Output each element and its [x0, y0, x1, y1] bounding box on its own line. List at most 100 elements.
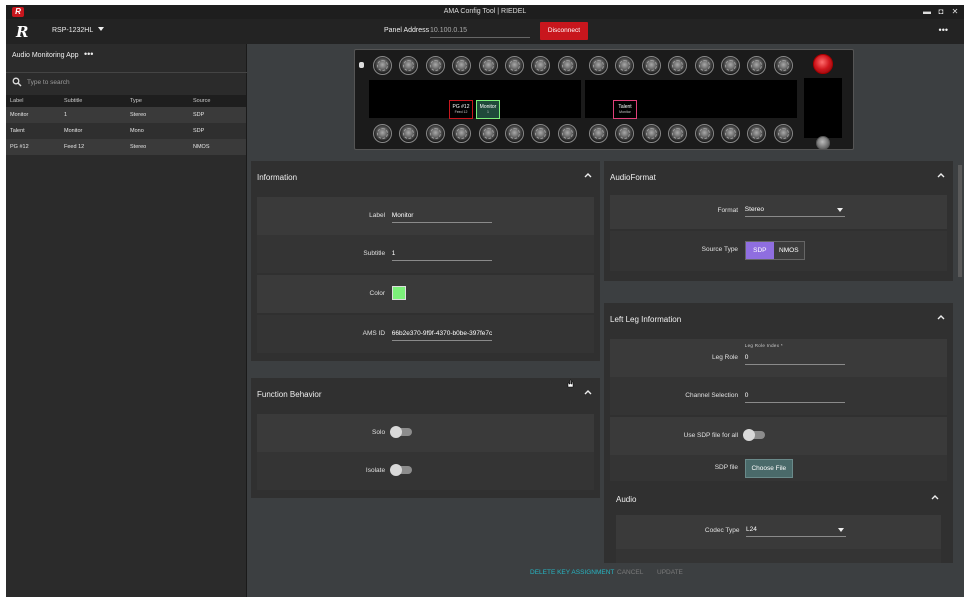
encoder-knob[interactable]: [589, 124, 608, 143]
column-header-source[interactable]: Source: [193, 95, 210, 107]
encoder-knob[interactable]: [668, 56, 688, 75]
caret-down-icon: [97, 27, 104, 31]
audio-next-row: [616, 549, 941, 563]
red-volume-knob[interactable]: [813, 54, 833, 74]
encoder-knob[interactable]: [694, 124, 714, 143]
information-header[interactable]: Information: [251, 161, 600, 191]
chevron-up-icon[interactable]: [583, 388, 593, 396]
chevron-up-icon[interactable]: [936, 313, 946, 321]
encoder-knob[interactable]: [373, 124, 392, 143]
gray-knob[interactable]: [816, 136, 830, 150]
isolate-toggle[interactable]: [389, 464, 412, 476]
encoder-knob[interactable]: [373, 56, 392, 75]
audio-format-header[interactable]: AudioFormat: [604, 161, 953, 191]
encoder-knob[interactable]: [425, 56, 445, 75]
minimize-button[interactable]: ▬: [922, 7, 932, 16]
disconnect-button[interactable]: Disconnect: [540, 22, 588, 40]
panel-address-input[interactable]: 10.100.0.15: [430, 24, 530, 38]
encoder-knob[interactable]: [452, 56, 472, 75]
encoder-knob[interactable]: [721, 124, 740, 143]
audio-header[interactable]: Audio: [610, 483, 947, 513]
toolbar-more-icon[interactable]: •••: [939, 25, 948, 35]
panel-key-monitor[interactable]: Monitor 1: [476, 100, 500, 119]
riedel-logo: R: [16, 23, 29, 41]
subtitle-field-label: Subtitle: [363, 250, 386, 257]
table-row[interactable]: PG #12 Feed 12 Stereo NMOS: [6, 139, 246, 155]
encoder-knob[interactable]: [694, 56, 714, 75]
codec-type-value: L24: [746, 526, 757, 533]
encoder-knob[interactable]: [615, 56, 635, 75]
encoder-knob[interactable]: [641, 124, 661, 143]
leg-role-input[interactable]: 0: [744, 351, 845, 365]
chevron-up-icon[interactable]: [583, 171, 593, 179]
update-button[interactable]: UPDATE: [657, 569, 683, 576]
cell-type: Stereo: [130, 112, 147, 118]
encoder-knob[interactable]: [668, 124, 688, 143]
use-sdp-toggle[interactable]: [742, 429, 765, 441]
encoder-knob[interactable]: [505, 56, 524, 75]
app-list-title: Audio Monitoring App: [12, 52, 79, 59]
subtitle-input[interactable]: 1: [391, 247, 492, 261]
encoder-knob[interactable]: [531, 124, 551, 143]
left-panel-more-icon[interactable]: •••: [84, 49, 93, 59]
choose-file-button[interactable]: Choose File: [744, 459, 793, 478]
audio-format-title: AudioFormat: [610, 173, 656, 182]
encoder-knob[interactable]: [615, 124, 635, 143]
ams-id-input[interactable]: 66b2e370-9f9f-4370-b0be-397fe7c8: [391, 327, 492, 341]
maximize-button[interactable]: ◘: [936, 7, 946, 16]
encoder-knob[interactable]: [641, 56, 661, 75]
panel-key-talent[interactable]: Talent Monitor: [613, 100, 637, 119]
cell-type: Mono: [130, 128, 144, 134]
encoder-knob[interactable]: [747, 124, 767, 143]
function-behavior-header[interactable]: Function Behavior: [251, 378, 600, 408]
codec-type-select[interactable]: L24: [746, 523, 846, 537]
close-button[interactable]: ✕: [950, 7, 960, 16]
encoder-knob[interactable]: [478, 56, 498, 75]
cancel-button[interactable]: CANCEL: [617, 569, 643, 576]
format-select[interactable]: Stereo: [744, 203, 845, 217]
source-sdp-option[interactable]: SDP: [745, 242, 774, 259]
scrollbar[interactable]: [958, 165, 962, 277]
chevron-up-icon[interactable]: [936, 171, 946, 179]
color-swatch[interactable]: [391, 286, 406, 300]
encoder-knob[interactable]: [531, 56, 551, 75]
label-input[interactable]: Monitor: [391, 209, 492, 223]
leg-role-field-title: Leg Role Index *: [744, 343, 783, 348]
source-nmos-option[interactable]: NMOS: [773, 242, 804, 259]
window-title: AMA Config Tool | RIEDEL: [443, 8, 527, 15]
codec-type-row: Codec Type L24: [616, 515, 941, 549]
left-leg-header[interactable]: Left Leg Information: [604, 303, 953, 333]
search-field[interactable]: Type to search: [6, 72, 247, 92]
channel-selection-input[interactable]: 0: [744, 389, 845, 403]
delete-key-assignment-button[interactable]: DELETE KEY ASSIGNMENT: [530, 569, 614, 576]
title-bar: R AMA Config Tool | RIEDEL ▬ ◘ ✕: [6, 5, 964, 19]
display-left: [369, 80, 581, 118]
label-field-label: Label: [369, 212, 386, 219]
chevron-up-icon[interactable]: [930, 493, 940, 501]
encoder-knob[interactable]: [747, 56, 767, 75]
encoder-knob[interactable]: [721, 56, 740, 75]
device-selector[interactable]: RSP-1232HL: [52, 27, 104, 34]
table-row[interactable]: Monitor 1 Stereo SDP: [6, 107, 246, 123]
encoder-knob[interactable]: [557, 124, 577, 143]
column-header-type[interactable]: Type: [130, 95, 142, 107]
encoder-knob[interactable]: [399, 124, 419, 143]
encoder-knob[interactable]: [557, 56, 577, 75]
column-header-subtitle[interactable]: Subtitle: [64, 95, 82, 107]
column-header-label[interactable]: Label: [10, 95, 23, 107]
encoder-knob[interactable]: [425, 124, 445, 143]
encoder-knob[interactable]: [773, 56, 793, 75]
panel-key-pg12[interactable]: PG #12 Feed 12: [449, 100, 473, 119]
cell-label: Monitor: [10, 112, 29, 118]
encoder-knob[interactable]: [478, 124, 498, 143]
solo-toggle[interactable]: [389, 426, 412, 438]
table-row[interactable]: Talent Monitor Mono SDP: [6, 123, 246, 139]
encoder-knob[interactable]: [452, 124, 472, 143]
encoder-knob[interactable]: [773, 124, 793, 143]
encoder-knob[interactable]: [399, 56, 419, 75]
encoder-knob[interactable]: [505, 124, 524, 143]
cell-source: SDP: [193, 128, 205, 134]
encoder-knob[interactable]: [589, 56, 608, 75]
function-behavior-card: Function Behavior Solo Isolate: [251, 378, 600, 498]
cell-label: Talent: [10, 128, 25, 134]
